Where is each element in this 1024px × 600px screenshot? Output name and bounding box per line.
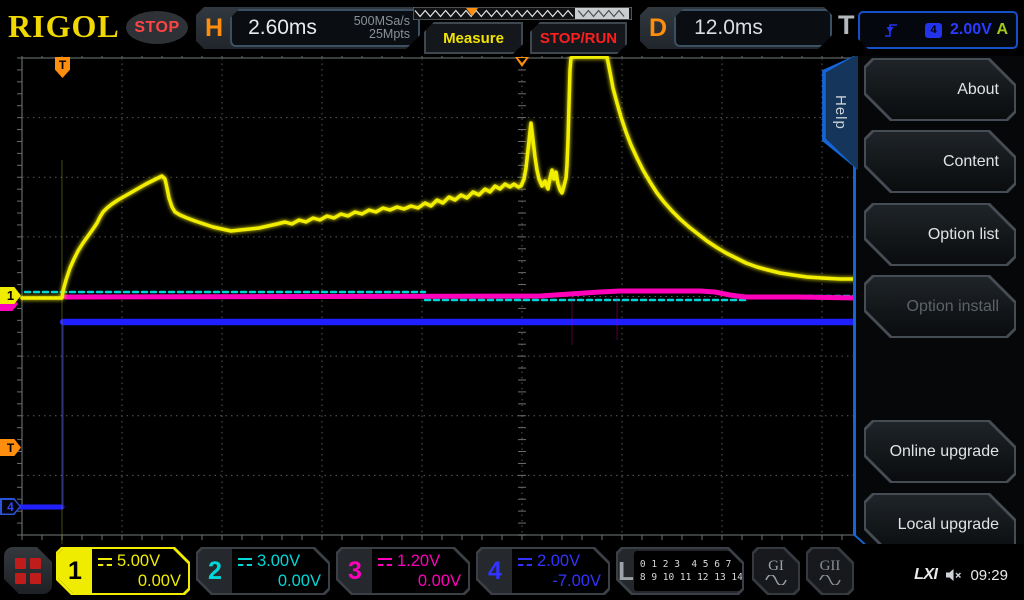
- stop-run-label: STOP/RUN: [540, 30, 617, 47]
- run-state-badge: STOP: [126, 11, 188, 44]
- help-tab-label: Help: [832, 95, 849, 130]
- channel-1-scale: 5.00V: [117, 552, 160, 571]
- sine-wave-icon: [819, 575, 841, 585]
- top-status-bar: RIGOL STOP H 2.60ms 500MSa/s 25Mpts Meas…: [0, 0, 1024, 56]
- horizontal-timebase-box[interactable]: H 2.60ms 500MSa/s 25Mpts: [196, 7, 420, 49]
- stop-run-button[interactable]: STOP/RUN: [530, 22, 627, 54]
- lxi-indicator: LXI: [914, 566, 937, 584]
- generator-2-label: GII: [820, 558, 841, 575]
- channel-4-status[interactable]: 4 2.00V -7.00V: [476, 547, 610, 595]
- trigger-sweep-mode: A: [996, 21, 1008, 39]
- bottom-status-bar: 1 5.00V 0.00V 2 3.00V 0.00V 3 1.20V 0.00: [0, 544, 1024, 600]
- channel-2-scale: 3.00V: [257, 552, 300, 571]
- rigol-logo: RIGOL: [8, 8, 120, 45]
- menu-label-online-upgrade: Online upgrade: [866, 422, 1014, 481]
- channel-4-number: 4: [478, 549, 512, 593]
- menu-label-option-install: Option install: [866, 277, 1014, 336]
- logic-channels-status[interactable]: L 0 1 2 3 4 5 6 7 8 9 10 11 12 13 14 15: [616, 547, 744, 595]
- channel1-marker-label: 1: [7, 288, 14, 303]
- channel-2-number: 2: [198, 549, 232, 593]
- channel-3-scale: 1.20V: [397, 552, 440, 571]
- channel-3-number: 3: [338, 549, 372, 593]
- trigger-label: T: [838, 10, 855, 41]
- acquisition-info: 500MSa/s 25Mpts: [354, 15, 418, 41]
- channel4-marker-label: 4: [7, 500, 14, 514]
- sound-muted-icon: [945, 568, 962, 582]
- trigger-level-value: 2.00V: [950, 21, 992, 39]
- trigger-level-label: T: [7, 441, 14, 455]
- generator-1-label: GI: [768, 558, 784, 575]
- channel-4-scale: 2.00V: [537, 552, 580, 571]
- menu-button-option-install[interactable]: Option install: [864, 275, 1016, 338]
- logic-channel-numbers: 0 1 2 3 4 5 6 7 8 9 10 11 12 13 14 15: [634, 551, 760, 591]
- menu-label-about: About: [866, 60, 1014, 119]
- menu-button-content[interactable]: Content: [864, 130, 1016, 193]
- delay-value: 12.0ms: [694, 16, 763, 40]
- oscilloscope-screen: { "top_bar": { "logo": "RIGOL", "run_sta…: [0, 0, 1024, 600]
- logic-row-1: 0 1 2 3 4 5 6 7: [640, 558, 760, 571]
- menu-button-about[interactable]: About: [864, 58, 1016, 121]
- measure-button[interactable]: Measure: [424, 22, 523, 54]
- timebase-value: 2.60ms: [248, 16, 317, 40]
- generator-1-button[interactable]: GI: [752, 547, 800, 595]
- delay-box[interactable]: D 12.0ms: [640, 7, 832, 49]
- logic-row-2: 8 9 10 11 12 13 14 15: [640, 571, 760, 584]
- delay-label: D: [640, 14, 674, 43]
- channel-4-offset: -7.00V: [518, 572, 601, 591]
- clock: 09:29: [970, 567, 1008, 584]
- menu-label-option-list: Option list: [866, 205, 1014, 264]
- channel-2-status[interactable]: 2 3.00V 0.00V: [196, 547, 330, 595]
- generator-2-button[interactable]: GII: [806, 547, 854, 595]
- trigger-source-badge: 4: [925, 23, 942, 38]
- trigger-position-label: T: [59, 58, 66, 72]
- logic-label: L: [618, 556, 634, 587]
- red-grid-icon: [15, 558, 41, 584]
- menu-label-content: Content: [866, 132, 1014, 191]
- channel-3-status[interactable]: 3 1.20V 0.00V: [336, 547, 470, 595]
- dashboard-button[interactable]: [4, 547, 52, 594]
- menu-button-online-upgrade[interactable]: Online upgrade: [864, 420, 1016, 483]
- dc-coupling-icon: [378, 558, 392, 566]
- falling-edge-icon: [884, 22, 899, 39]
- horizontal-label: H: [196, 14, 230, 43]
- sine-wave-icon: [765, 575, 787, 585]
- memory-overview-bar[interactable]: [413, 7, 632, 20]
- waveform-display: [0, 56, 860, 544]
- dc-coupling-icon: [238, 558, 252, 566]
- channel-1-status[interactable]: 1 5.00V 0.00V: [56, 547, 190, 595]
- channel-1-offset: 0.00V: [98, 572, 181, 591]
- measure-label: Measure: [443, 30, 504, 47]
- memory-depth: 25Mpts: [354, 28, 410, 41]
- channel-2-offset: 0.00V: [238, 572, 321, 591]
- horizontal-center-marker[interactable]: [515, 57, 529, 67]
- memory-overview-waveform: [413, 7, 632, 20]
- trigger-status-box[interactable]: 4 2.00V A: [858, 11, 1018, 49]
- dc-coupling-icon: [98, 558, 112, 566]
- menu-button-option-list[interactable]: Option list: [864, 203, 1016, 266]
- dc-coupling-icon: [518, 558, 532, 566]
- channel-1-number: 1: [58, 549, 92, 593]
- channel-3-offset: 0.00V: [378, 572, 461, 591]
